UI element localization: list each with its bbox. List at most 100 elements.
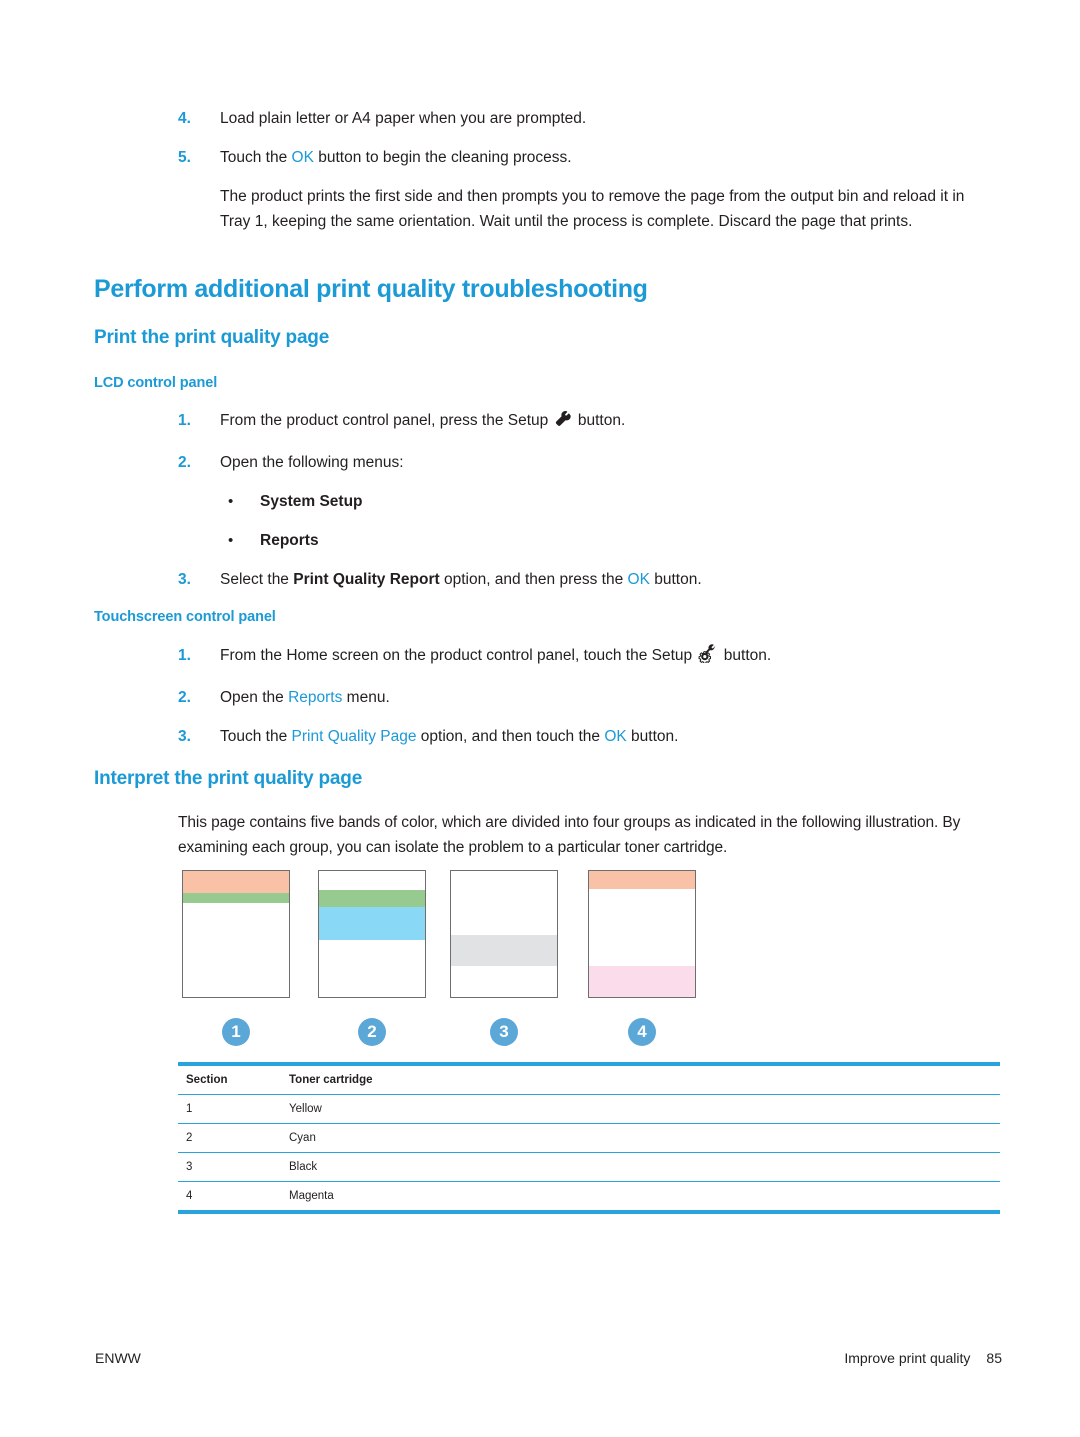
footer-chapter-title: Improve print quality [844,1350,971,1366]
cell-section: 1 [186,1103,193,1115]
gear-wrench-icon [698,644,717,671]
cell-toner-cartridge: Cyan [289,1132,316,1144]
pink-band [589,966,695,997]
step-text-post: menu. [342,689,390,706]
step-number: 3. [178,571,191,588]
callout-circle-4: 4 [628,1018,656,1046]
list-item: 1. From the Home screen on the product c… [178,643,988,671]
cell-toner-cartridge: Magenta [289,1190,334,1202]
cell-toner-cartridge: Yellow [289,1103,322,1115]
step-number: 4. [178,110,191,127]
print-quality-report-option: Print Quality Report [293,571,440,588]
cell-section: 2 [186,1132,193,1144]
panel-3 [450,870,558,998]
footer-locale: ENWW [95,1350,141,1366]
print-quality-page-reference[interactable]: Print Quality Page [292,728,417,745]
gray-band [451,935,557,966]
menu-label-system-setup: System Setup [260,493,363,510]
print-quality-illustration: 1 2 3 4 [178,870,738,1060]
footer-chapter: Improve print quality 85 [844,1350,1002,1366]
step-text-pre: Open the [220,689,289,706]
panel-2 [318,870,426,998]
step-text: Load plain letter or A4 paper when you a… [220,110,587,127]
top-steps-list: 4. Load plain letter or A4 paper when yo… [178,106,988,234]
step-text: Open the Reports menu. [220,685,988,710]
bullet-item-reports: • Reports [220,528,988,553]
table-row: 3 Black [178,1153,1000,1182]
page-number: 85 [986,1350,1002,1366]
step-text-mid: option, and then press the [439,571,628,588]
step-number: 5. [178,149,191,166]
step-text: Touch the Print Quality Page option, and… [220,724,988,749]
step-text-pre: From the Home screen on the product cont… [220,647,697,664]
step-text-pre: Touch the [220,149,292,166]
list-item: 3. Touch the Print Quality Page option, … [178,724,988,749]
toner-cartridge-table: Section Toner cartridge 1 Yellow 2 Cyan … [178,1062,1000,1214]
column-header-toner-cartridge: Toner cartridge [289,1074,373,1086]
wrench-icon [555,411,572,436]
green-band [183,893,289,903]
page-title: Perform additional print quality trouble… [94,275,648,303]
table-row: 1 Yellow [178,1095,1000,1124]
step-text-post: button. [649,571,702,588]
step-text-pre: From the product control panel, press th… [220,412,553,429]
step-text-post: button. [719,647,772,664]
callout-circle-3: 3 [490,1018,518,1046]
list-item: 2. Open the following menus: [178,450,988,475]
step-text: Open the following menus: [220,454,404,471]
document-page: 4. Load plain letter or A4 paper when yo… [0,0,1080,1437]
step-number: 1. [178,412,191,429]
bullet-dot-icon: • [228,532,234,549]
cell-section: 4 [186,1190,193,1202]
subsection-heading-touchscreen: Touchscreen control panel [94,609,276,625]
step-text-mid: option, and then touch the [416,728,605,745]
section-heading-interpret: Interpret the print quality page [94,768,363,789]
step-text-pre: Touch the [220,728,292,745]
list-item: 3. Select the Print Quality Report optio… [178,567,988,592]
list-item: 4. Load plain letter or A4 paper when yo… [178,106,988,131]
ok-button-reference[interactable]: OK [292,149,314,166]
reports-menu-reference[interactable]: Reports [288,689,342,706]
bullet-item-system-setup: • System Setup [220,489,988,514]
subsection-heading-lcd: LCD control panel [94,375,218,391]
table-header-row: Section Toner cartridge [178,1064,1000,1095]
interpret-paragraph: This page contains five bands of color, … [178,814,961,856]
ok-button-reference[interactable]: OK [628,571,650,588]
table-row: 4 Magenta [178,1182,1000,1212]
step-text: Touch the OK button to begin the cleanin… [220,145,988,170]
step-text: From the Home screen on the product cont… [220,643,988,671]
top-paragraph: The product prints the first side and th… [220,188,965,230]
ok-button-reference[interactable]: OK [604,728,626,745]
callout-circle-2: 2 [358,1018,386,1046]
callout-circle-1: 1 [222,1018,250,1046]
step-number: 2. [178,689,191,706]
cyan-band [319,907,425,940]
step-number: 2. [178,454,191,471]
step-text: Select the Print Quality Report option, … [220,567,988,592]
step-number: 1. [178,647,191,664]
table-row: 2 Cyan [178,1124,1000,1153]
lcd-steps-list: 1. From the product control panel, press… [178,408,988,606]
list-item: 5. Touch the OK button to begin the clea… [178,145,988,170]
bullet-dot-icon: • [228,493,234,510]
orange-band [589,871,695,889]
section-heading-print: Print the print quality page [94,327,330,348]
touchscreen-steps-list: 1. From the Home screen on the product c… [178,643,988,763]
step-text-pre: Select the [220,571,294,588]
table-body: 1 Yellow 2 Cyan 3 Black 4 Magenta [178,1095,1000,1212]
cell-section: 3 [186,1161,193,1173]
step-text-post: button. [573,412,626,429]
menu-label-reports: Reports [260,532,319,549]
orange-band [183,871,289,893]
panel-4 [588,870,696,998]
list-item: 2. Open the Reports menu. [178,685,988,710]
table-header: Section Toner cartridge [178,1064,1000,1095]
step-number: 3. [178,728,191,745]
step-text: From the product control panel, press th… [220,408,988,436]
list-item: 1. From the product control panel, press… [178,408,988,436]
panel-1 [182,870,290,998]
step-text-post: button to begin the cleaning process. [313,149,572,166]
cell-toner-cartridge: Black [289,1161,318,1173]
step-text-post: button. [626,728,679,745]
column-header-section: Section [186,1074,228,1086]
